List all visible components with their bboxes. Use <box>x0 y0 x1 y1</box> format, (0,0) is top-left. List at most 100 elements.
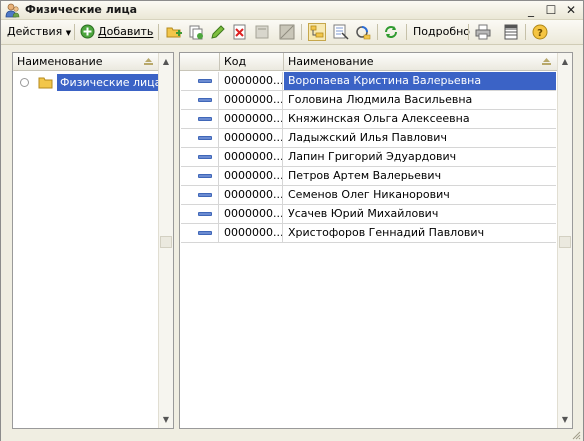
name-cell[interactable]: Лапин Григорий Эдуардович <box>284 148 556 166</box>
scroll-down-arrow-icon[interactable]: ▼ <box>558 412 572 427</box>
row-icon-cell[interactable] <box>181 91 219 109</box>
tree-item-label: Физические лица <box>57 74 165 91</box>
code-cell[interactable]: 0000000... <box>220 72 283 90</box>
table-row[interactable]: 0000000... Усачев Юрий Михайлович <box>181 205 556 224</box>
table-row[interactable]: 0000000... Княжинская Ольга Алексеевна <box>181 110 556 129</box>
add-folder-icon[interactable] <box>165 23 183 41</box>
toolbar-separator <box>406 24 407 40</box>
name-cell[interactable]: Усачев Юрий Михайлович <box>284 205 556 223</box>
scroll-up-arrow-icon[interactable]: ▲ <box>159 54 173 69</box>
catalog-item-icon <box>198 136 212 140</box>
tree-panel: Наименование Физические лица ▲ ▼ <box>12 52 174 429</box>
delete-icon[interactable] <box>231 23 249 41</box>
toolbar-separator <box>158 24 159 40</box>
name-cell[interactable]: Воропаева Кристина Валерьевна <box>284 72 556 90</box>
catalog-item-icon <box>198 212 212 216</box>
row-icon-cell[interactable] <box>181 205 219 223</box>
name-cell[interactable]: Ладыжский Илья Павлович <box>284 129 556 147</box>
table-row[interactable]: 0000000... Воропаева Кристина Валерьевна <box>181 72 556 91</box>
code-cell[interactable]: 0000000... <box>220 167 283 185</box>
scroll-thumb[interactable] <box>160 236 172 248</box>
name-cell[interactable]: Княжинская Ольга Алексеевна <box>284 110 556 128</box>
tree-view-toggle[interactable] <box>308 23 326 41</box>
status-strip <box>1 431 583 441</box>
code-cell[interactable]: 0000000... <box>220 224 283 242</box>
code-cell[interactable]: 0000000... <box>220 205 283 223</box>
tree-scrollbar[interactable]: ▲ ▼ <box>158 53 173 428</box>
sort-icon <box>542 58 551 65</box>
toolbar-separator <box>377 24 378 40</box>
header-cell-code[interactable]: Код <box>220 53 284 71</box>
close-button[interactable]: ✕ <box>562 2 580 18</box>
hierarchy-icon[interactable] <box>278 23 296 41</box>
catalog-item-icon <box>198 98 212 102</box>
name-cell[interactable]: Петров Артем Валерьевич <box>284 167 556 185</box>
header-cell-name[interactable]: Наименование <box>284 53 557 71</box>
edit-pencil-icon[interactable] <box>209 23 227 41</box>
row-icon-cell[interactable] <box>181 129 219 147</box>
header-cell-icon[interactable] <box>180 53 220 71</box>
print-icon[interactable] <box>474 23 492 41</box>
resize-grip-icon[interactable] <box>572 431 581 440</box>
table-row[interactable]: 0000000... Головина Людмила Васильевна <box>181 91 556 110</box>
table-row[interactable]: 0000000... Христофоров Геннадий Павлович <box>181 224 556 243</box>
table-row[interactable]: 0000000... Ладыжский Илья Павлович <box>181 129 556 148</box>
copy-icon[interactable] <box>187 23 205 41</box>
name-cell[interactable]: Христофоров Геннадий Павлович <box>284 224 556 242</box>
name-cell[interactable]: Головина Людмила Васильевна <box>284 91 556 109</box>
scroll-up-arrow-icon[interactable]: ▲ <box>558 54 572 69</box>
catalog-item-icon <box>198 193 212 197</box>
row-icon-cell[interactable] <box>181 72 219 90</box>
list-column-header: Код Наименование <box>180 53 557 71</box>
list-panel: Код Наименование 0000000... Воропаева Кри… <box>179 52 573 429</box>
chevron-down-icon: ▼ <box>65 29 72 37</box>
table-row[interactable]: 0000000... Петров Артем Валерьевич <box>181 167 556 186</box>
code-cell[interactable]: 0000000... <box>220 186 283 204</box>
tree-column-header[interactable]: Наименование <box>13 53 173 71</box>
list-scrollbar[interactable]: ▲ ▼ <box>557 53 572 428</box>
details-button[interactable]: Подробно <box>413 23 470 41</box>
find-icon[interactable] <box>332 23 350 41</box>
tree-item[interactable]: Физические лица <box>13 73 165 92</box>
toolbar-separator <box>468 24 469 40</box>
catalog-item-icon <box>198 155 212 159</box>
table-row[interactable]: 0000000... Семенов Олег Никанорович <box>181 186 556 205</box>
code-cell[interactable]: 0000000... <box>220 110 283 128</box>
tree-header-label: Наименование <box>17 55 103 68</box>
row-icon-cell[interactable] <box>181 148 219 166</box>
set-filter-icon[interactable] <box>354 23 372 41</box>
maximize-button[interactable]: ☐ <box>542 2 560 18</box>
toolbar-separator <box>301 24 302 40</box>
toolbar-separator <box>525 24 526 40</box>
refresh-icon[interactable] <box>382 23 400 41</box>
toolbar-separator <box>74 24 75 40</box>
row-icon-cell[interactable] <box>181 224 219 242</box>
actions-menu-label: Действия <box>7 25 63 38</box>
catalog-window: Физические лица _ ☐ ✕ Действия ▼ Добавит… <box>0 0 584 441</box>
catalog-item-icon <box>198 174 212 178</box>
mark-deletion-icon[interactable] <box>253 23 271 41</box>
code-cell[interactable]: 0000000... <box>220 148 283 166</box>
details-button-label: Подробно <box>413 25 471 38</box>
scroll-down-arrow-icon[interactable]: ▼ <box>159 412 173 427</box>
row-icon-cell[interactable] <box>181 110 219 128</box>
scroll-thumb[interactable] <box>559 236 571 248</box>
code-column-label: Код <box>224 55 247 68</box>
code-cell[interactable]: 0000000... <box>220 91 283 109</box>
code-cell[interactable]: 0000000... <box>220 129 283 147</box>
minimize-button[interactable]: _ <box>522 2 540 18</box>
title-bar[interactable]: Физические лица _ ☐ ✕ <box>1 1 583 20</box>
folder-icon <box>38 77 53 89</box>
svg-text:?: ? <box>537 28 543 39</box>
help-icon[interactable]: ? <box>531 23 549 41</box>
actions-menu-button[interactable]: Действия ▼ <box>7 23 71 41</box>
name-cell[interactable]: Семенов Олег Никанорович <box>284 186 556 204</box>
expand-circle-icon[interactable] <box>20 78 29 87</box>
row-icon-cell[interactable] <box>181 167 219 185</box>
add-button-label: Добавить <box>98 25 154 38</box>
table-row[interactable]: 0000000... Лапин Григорий Эдуардович <box>181 148 556 167</box>
row-icon-cell[interactable] <box>181 186 219 204</box>
list-settings-icon[interactable] <box>502 23 520 41</box>
toolbar: Действия ▼ Добавить Подробно ? <box>1 20 583 45</box>
window-title: Физические лица <box>25 3 138 16</box>
